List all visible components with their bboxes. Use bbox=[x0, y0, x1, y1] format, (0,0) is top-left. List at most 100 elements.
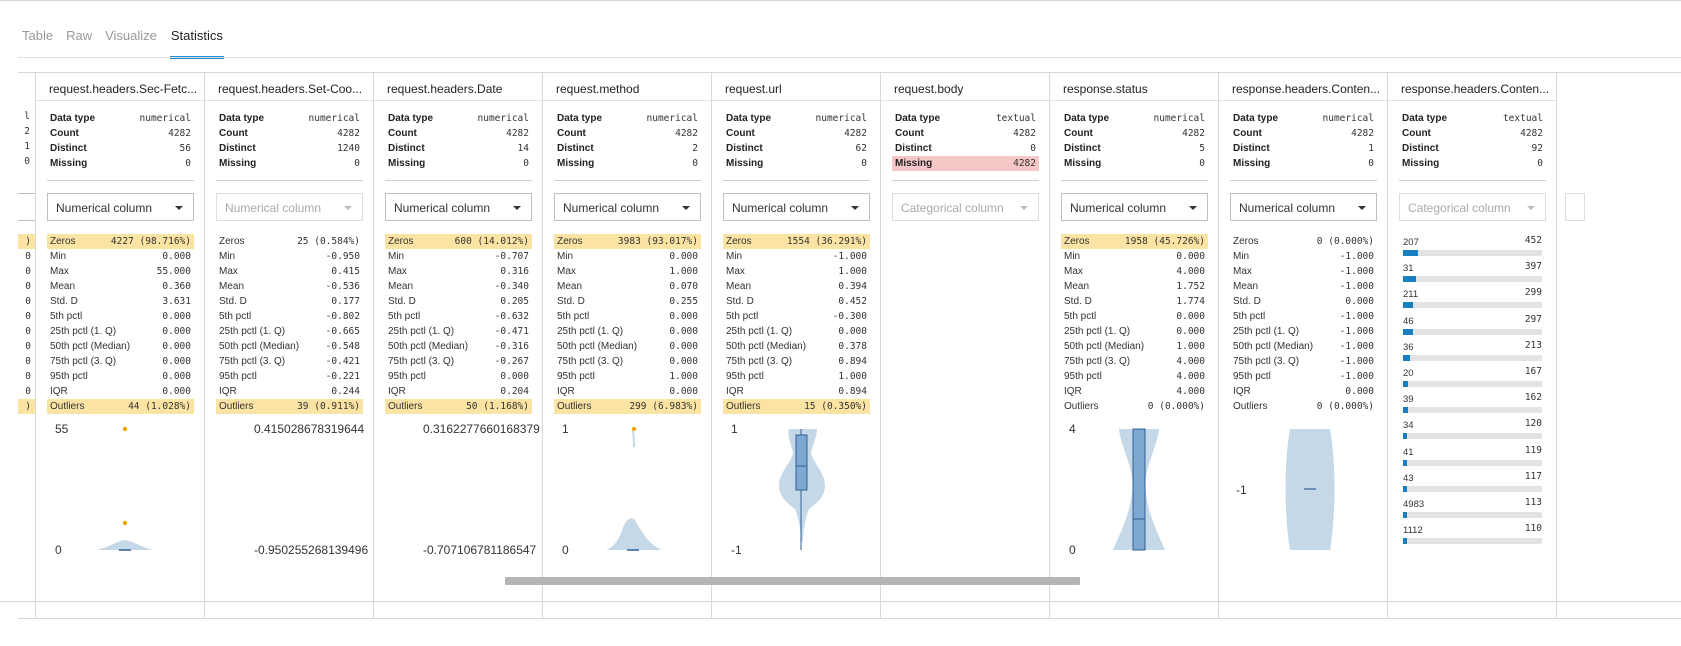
summary-row-missing: Missing 0 bbox=[216, 156, 363, 171]
column-summary: Data type numerical Count 4282 Distinct 1240 M… bbox=[216, 111, 363, 171]
stat-value: 4227 (98.716%) bbox=[110, 236, 191, 247]
stat-value: 0.894 bbox=[838, 356, 867, 367]
category-label: 20 bbox=[1403, 367, 1414, 379]
column-header[interactable]: request.headers.Sec-Fetc... bbox=[36, 73, 204, 101]
column-type-dropdown[interactable]: Numerical column bbox=[385, 193, 532, 221]
tab-raw[interactable]: Raw bbox=[66, 18, 92, 56]
stat-row-p25: 25th pctl (1. Q) 0.000 bbox=[1061, 324, 1208, 339]
column-type-dropdown[interactable]: Numerical column bbox=[47, 193, 194, 221]
dropdown-label: Numerical column bbox=[1239, 201, 1336, 215]
category-label: 207 bbox=[1403, 237, 1419, 248]
stat-label: Min bbox=[1064, 251, 1081, 262]
distribution-plot: 0.415028678319644 -0.950255268139496 bbox=[216, 413, 368, 563]
stat-value: 1958 (45.726%) bbox=[1124, 236, 1205, 247]
category-row[interactable]: 41 119 bbox=[1403, 445, 1542, 471]
column-header[interactable]: request.url bbox=[712, 73, 880, 101]
stat-row-p5: 5th pctl -0.632 bbox=[385, 309, 532, 324]
stat-value: -0.707 bbox=[494, 251, 529, 262]
stat-row-outliers: Outliers 15 (0.350%) bbox=[723, 399, 870, 414]
category-bar bbox=[1403, 250, 1418, 256]
summary-label: Missing bbox=[895, 158, 933, 169]
stat-value: 0.000 bbox=[162, 251, 191, 262]
stat-label: IQR bbox=[1233, 386, 1251, 397]
summary-value: 56 bbox=[179, 143, 191, 154]
tab-statistics[interactable]: Statistics bbox=[169, 18, 224, 59]
column-header[interactable]: request.headers.Set-Coo... bbox=[205, 73, 373, 101]
stat-label: Outliers bbox=[726, 401, 761, 412]
partial-stat-value: 0 bbox=[25, 371, 31, 382]
stat-value: 0.000 bbox=[669, 326, 698, 337]
stat-row-p95: 95th pctl 0.000 bbox=[385, 369, 532, 384]
summary-label: Distinct bbox=[388, 143, 425, 154]
summary-label: Missing bbox=[50, 158, 88, 169]
column-type-dropdown[interactable]: Numerical column bbox=[1230, 193, 1377, 221]
stat-row-p95: 95th pctl -0.221 bbox=[216, 369, 363, 384]
column-summary: Data type textual Count 4282 Distinct 0 Missin… bbox=[892, 111, 1039, 171]
category-label: 39 bbox=[1403, 394, 1414, 406]
stat-label: 50th pctl (Median) bbox=[219, 341, 300, 352]
tab-visualize[interactable]: Visualize bbox=[105, 18, 157, 56]
tab-table[interactable]: Table bbox=[22, 18, 53, 56]
category-row[interactable]: 211 299 bbox=[1403, 287, 1542, 313]
column-header[interactable]: response.status bbox=[1050, 73, 1218, 101]
summary-row-count: Count 4282 bbox=[1230, 126, 1377, 141]
category-row[interactable]: 36 213 bbox=[1403, 340, 1542, 366]
stat-value: -1.000 bbox=[1339, 356, 1374, 367]
summary-label: Distinct bbox=[895, 143, 932, 154]
summary-divider bbox=[554, 180, 701, 181]
column-header[interactable]: response.headers.Conten... bbox=[1388, 73, 1556, 101]
category-bar-track bbox=[1403, 354, 1542, 361]
category-row[interactable]: 46 297 bbox=[1403, 314, 1542, 340]
category-row[interactable]: 4983 113 bbox=[1403, 497, 1542, 523]
column-header[interactable]: request.headers.Date bbox=[374, 73, 542, 101]
category-row[interactable]: 39 162 bbox=[1403, 392, 1542, 418]
summary-label: Data type bbox=[1064, 113, 1110, 124]
stat-row-p95: 95th pctl 4.000 bbox=[1061, 369, 1208, 384]
column-header[interactable]: request.body bbox=[881, 73, 1049, 101]
column-type-dropdown[interactable]: Numerical column bbox=[1061, 193, 1208, 221]
stat-row-p95: 95th pctl -1.000 bbox=[1230, 369, 1377, 384]
summary-row-distinct: Distinct 14 bbox=[385, 141, 532, 156]
column-type-dropdown[interactable]: Numerical column bbox=[554, 193, 701, 221]
summary-value: 0 bbox=[1368, 158, 1374, 169]
plot-min-label: 0 bbox=[55, 543, 62, 557]
summary-value: 4282 bbox=[1013, 128, 1036, 139]
stat-label: Max bbox=[1064, 266, 1083, 277]
horizontal-scrollbar[interactable] bbox=[505, 577, 1080, 585]
stat-row-p75: 75th pctl (3. Q) 0.000 bbox=[47, 354, 194, 369]
stat-row-p5: 5th pctl 0.000 bbox=[1061, 309, 1208, 324]
category-row[interactable]: 207 452 bbox=[1403, 235, 1542, 261]
stat-value: -0.471 bbox=[494, 326, 529, 337]
stat-value: 0.000 bbox=[162, 311, 191, 322]
column-type-dropdown: Categorical column bbox=[1399, 193, 1546, 221]
summary-value: textual bbox=[1502, 113, 1543, 124]
column-type-dropdown: Numerical column bbox=[216, 193, 363, 221]
category-row[interactable]: 34 120 bbox=[1403, 418, 1542, 444]
column-header[interactable]: response.headers.Conten... bbox=[1219, 73, 1387, 101]
violin-plot bbox=[97, 426, 153, 551]
column-type-dropdown[interactable]: Numerical column bbox=[723, 193, 870, 221]
partial-dropdown-right[interactable] bbox=[1565, 193, 1585, 221]
category-row[interactable]: 20 167 bbox=[1403, 366, 1542, 392]
stat-value: 0 (0.000%) bbox=[1147, 401, 1205, 412]
plot-max-label: 4 bbox=[1069, 422, 1076, 436]
top-border bbox=[0, 0, 1681, 1]
category-row[interactable]: 1112 110 bbox=[1403, 523, 1542, 549]
stat-label: 75th pctl (3. Q) bbox=[388, 356, 455, 367]
category-row[interactable]: 31 397 bbox=[1403, 261, 1542, 287]
category-count: 297 bbox=[1524, 313, 1542, 325]
stat-label: 5th pctl bbox=[1233, 311, 1266, 322]
stat-row-zeros: Zeros 4227 (98.716%) bbox=[47, 234, 194, 249]
column-header[interactable]: request.method bbox=[543, 73, 711, 101]
summary-value: 4282 bbox=[844, 128, 867, 139]
category-bar bbox=[1403, 459, 1407, 466]
stat-label: Max bbox=[726, 266, 745, 277]
summary-value: 1240 bbox=[337, 143, 360, 154]
stat-value: 0.000 bbox=[162, 356, 191, 367]
partial-dropdown[interactable] bbox=[18, 193, 35, 221]
category-count: 452 bbox=[1524, 235, 1542, 246]
stat-row-p5: 5th pctl -0.300 bbox=[723, 309, 870, 324]
stat-label: 75th pctl (3. Q) bbox=[1064, 356, 1131, 367]
category-row[interactable]: 43 117 bbox=[1403, 471, 1542, 497]
stat-row-zeros: Zeros 25 (0.584%) bbox=[216, 234, 363, 249]
